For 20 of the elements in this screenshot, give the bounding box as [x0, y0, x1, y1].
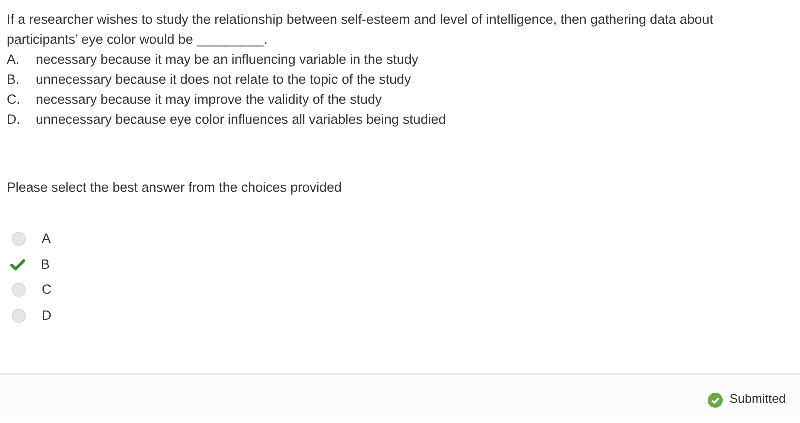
radio-button[interactable]	[12, 283, 26, 298]
choice-letter: C.	[7, 91, 22, 109]
choice-text: necessary because it may be an influencing variable in the study	[36, 51, 419, 69]
radio-button[interactable]	[12, 232, 26, 246]
option-label[interactable]: C	[42, 281, 52, 300]
radio-button[interactable]	[12, 308, 26, 323]
choice-letter: A.	[7, 51, 21, 69]
option-label[interactable]: B	[41, 256, 50, 274]
question-text: If a researcher wishes to study the relationship between self-esteem and level of intelligence, then gathering data about participants’ eye color would be _________.	[7, 11, 714, 49]
option-label[interactable]: A	[42, 230, 51, 248]
check-circle-icon	[708, 393, 723, 408]
instruction-text: Please select the best answer from the choices provided	[7, 179, 343, 197]
choice-text: necessary because it may improve the validity of the study	[36, 91, 382, 109]
option-label[interactable]: D	[42, 306, 52, 325]
status-label: Submitted	[730, 392, 786, 406]
checkmark-icon[interactable]	[10, 256, 26, 273]
choice-letter: B.	[7, 71, 21, 89]
choice-text: unnecessary because it does not relate to the topic of the study	[36, 71, 412, 89]
choice-text: unnecessary because eye color influences all variables being studied	[36, 111, 446, 129]
choice-letter: D.	[7, 111, 22, 129]
